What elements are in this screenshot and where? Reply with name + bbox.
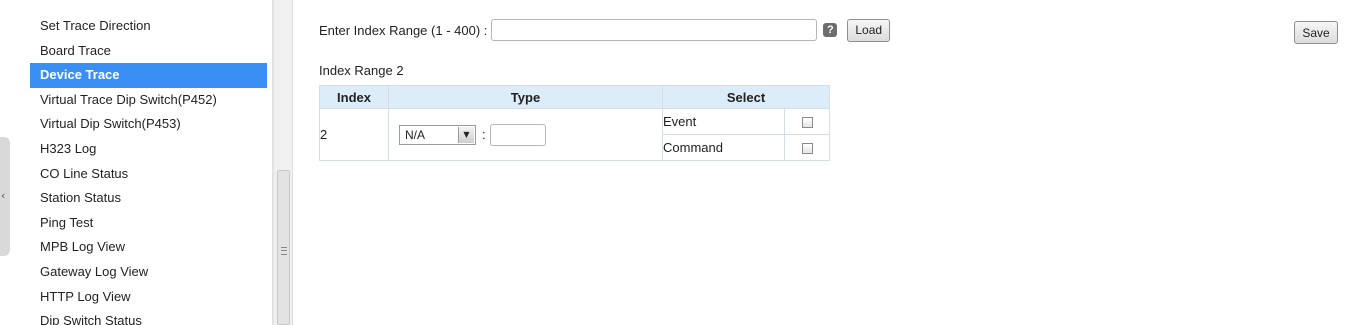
header-type: Type [388,85,663,109]
event-checkbox-cell [784,108,830,135]
sidebar-item-mpb-log-view[interactable]: MPB Log View [30,235,267,260]
table-row: 2 N/A ▼ : Event [319,108,830,161]
table-header-row: Index Type Select [319,85,830,109]
device-trace-table: Index Type Select 2 N/A ▼ : Event Comman… [319,85,830,161]
grip-icon [281,247,287,255]
type-select[interactable]: N/A ▼ [399,124,476,145]
type-separator: : [482,127,486,142]
scrollbar-thumb[interactable] [277,170,290,325]
sidebar-item-board-trace[interactable]: Board Trace [30,39,267,64]
sidebar-item-dip-switch-status[interactable]: Dip Switch Status [30,309,267,325]
header-select: Select [662,85,830,109]
chevron-left-icon: ‹ [1,189,6,202]
command-checkbox[interactable] [801,143,813,155]
sidebar-item-virtual-trace-dip-switch[interactable]: Virtual Trace Dip Switch(P452) [30,88,267,113]
event-checkbox[interactable] [801,117,813,129]
chevron-down-icon: ▼ [458,126,474,143]
sidebar-item-device-trace[interactable]: Device Trace [30,63,267,88]
sidebar-menu: Set Trace Direction Board Trace Device T… [30,14,267,325]
load-button[interactable]: Load [847,18,891,42]
event-label: Event [662,108,785,135]
section-title: Index Range 2 [319,63,404,78]
sidebar-item-gateway-log-view[interactable]: Gateway Log View [30,260,267,285]
sidebar-collapse-handle[interactable]: ‹ [0,137,10,256]
type-select-value: N/A [405,127,426,142]
save-button[interactable]: Save [1294,21,1338,44]
sidebar-item-http-log-view[interactable]: HTTP Log View [30,285,267,310]
index-range-row: Enter Index Range (1 - 400) : ? Load [319,18,891,42]
help-icon[interactable]: ? [823,23,838,37]
type-cell: N/A ▼ : [388,108,663,161]
index-range-input[interactable] [491,19,818,41]
sidebar-item-co-line-status[interactable]: CO Line Status [30,162,267,187]
sidebar-scrollbar[interactable] [273,0,293,325]
sidebar-item-virtual-dip-switch[interactable]: Virtual Dip Switch(P453) [30,112,267,137]
sidebar-item-ping-test[interactable]: Ping Test [30,211,267,236]
sidebar-item-h323-log[interactable]: H323 Log [30,137,267,162]
sidebar-item-set-trace-direction[interactable]: Set Trace Direction [30,14,267,39]
sidebar: Set Trace Direction Board Trace Device T… [10,0,273,325]
command-label: Command [662,134,785,161]
header-index: Index [319,85,389,109]
sidebar-item-station-status[interactable]: Station Status [30,186,267,211]
index-range-label: Enter Index Range (1 - 400) : [319,22,488,38]
command-checkbox-cell [784,134,830,161]
type-value-input[interactable] [489,123,546,146]
index-cell: 2 [319,108,389,161]
